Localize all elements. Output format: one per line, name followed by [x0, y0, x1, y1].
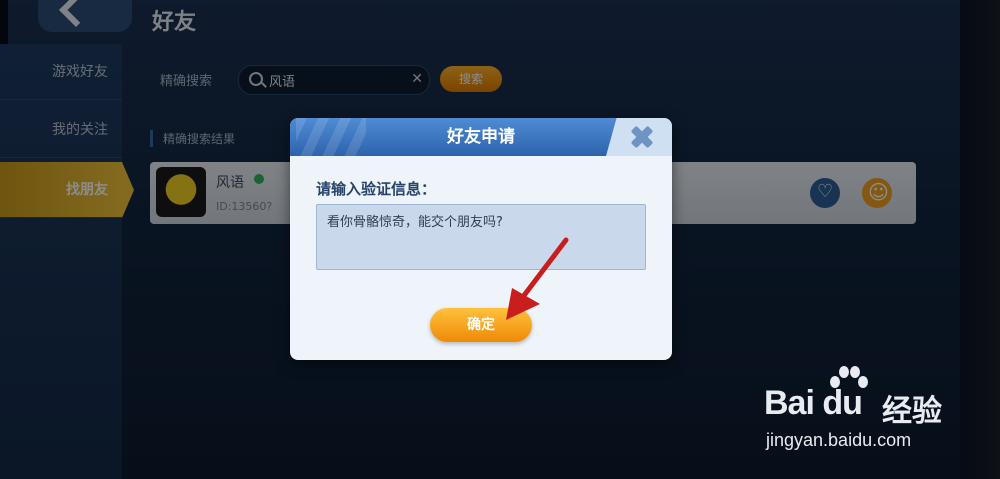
friend-request-dialog: 好友申请 请输入验证信息： 看你骨骼惊奇，能交个朋友吗? 确定 [290, 118, 672, 360]
watermark-cn: 经验 [882, 394, 942, 429]
watermark-url: jingyan.baidu.com [766, 430, 912, 450]
watermark-logo: Bai du [764, 384, 863, 422]
verify-message-field[interactable]: 看你骨骼惊奇，能交个朋友吗? [316, 204, 646, 270]
close-icon[interactable] [628, 123, 656, 151]
verify-prompt: 请输入验证信息： [316, 180, 437, 198]
game-screen: 好友 游戏好友 我的关注 找朋友 精确搜索 风语 ✕ 搜索 精确搜索结果 风语 … [0, 0, 1000, 479]
confirm-button[interactable]: 确定 [430, 308, 532, 342]
watermark: Bai du 经验 jingyan.baidu.com [764, 366, 964, 462]
